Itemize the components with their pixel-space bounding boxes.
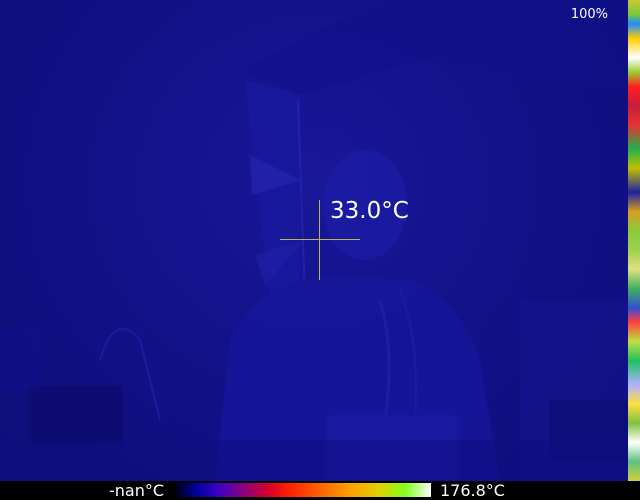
crosshair-icon	[280, 239, 360, 240]
thermal-scene-shapes	[0, 0, 628, 481]
color-scale-bar: -nan°C 176.8°C	[0, 481, 640, 500]
battery-level-text: 100%	[570, 7, 608, 22]
crosshair-vertical-line	[319, 200, 320, 280]
thermal-image-view: 33.0°C 100%	[0, 0, 628, 481]
color-gradient	[177, 483, 431, 497]
scale-max-label: 176.8°C	[440, 481, 505, 500]
spot-temperature-readout: 33.0°C	[330, 198, 409, 224]
scale-min-label: -nan°C	[108, 481, 164, 500]
edge-color-strip	[628, 0, 640, 481]
